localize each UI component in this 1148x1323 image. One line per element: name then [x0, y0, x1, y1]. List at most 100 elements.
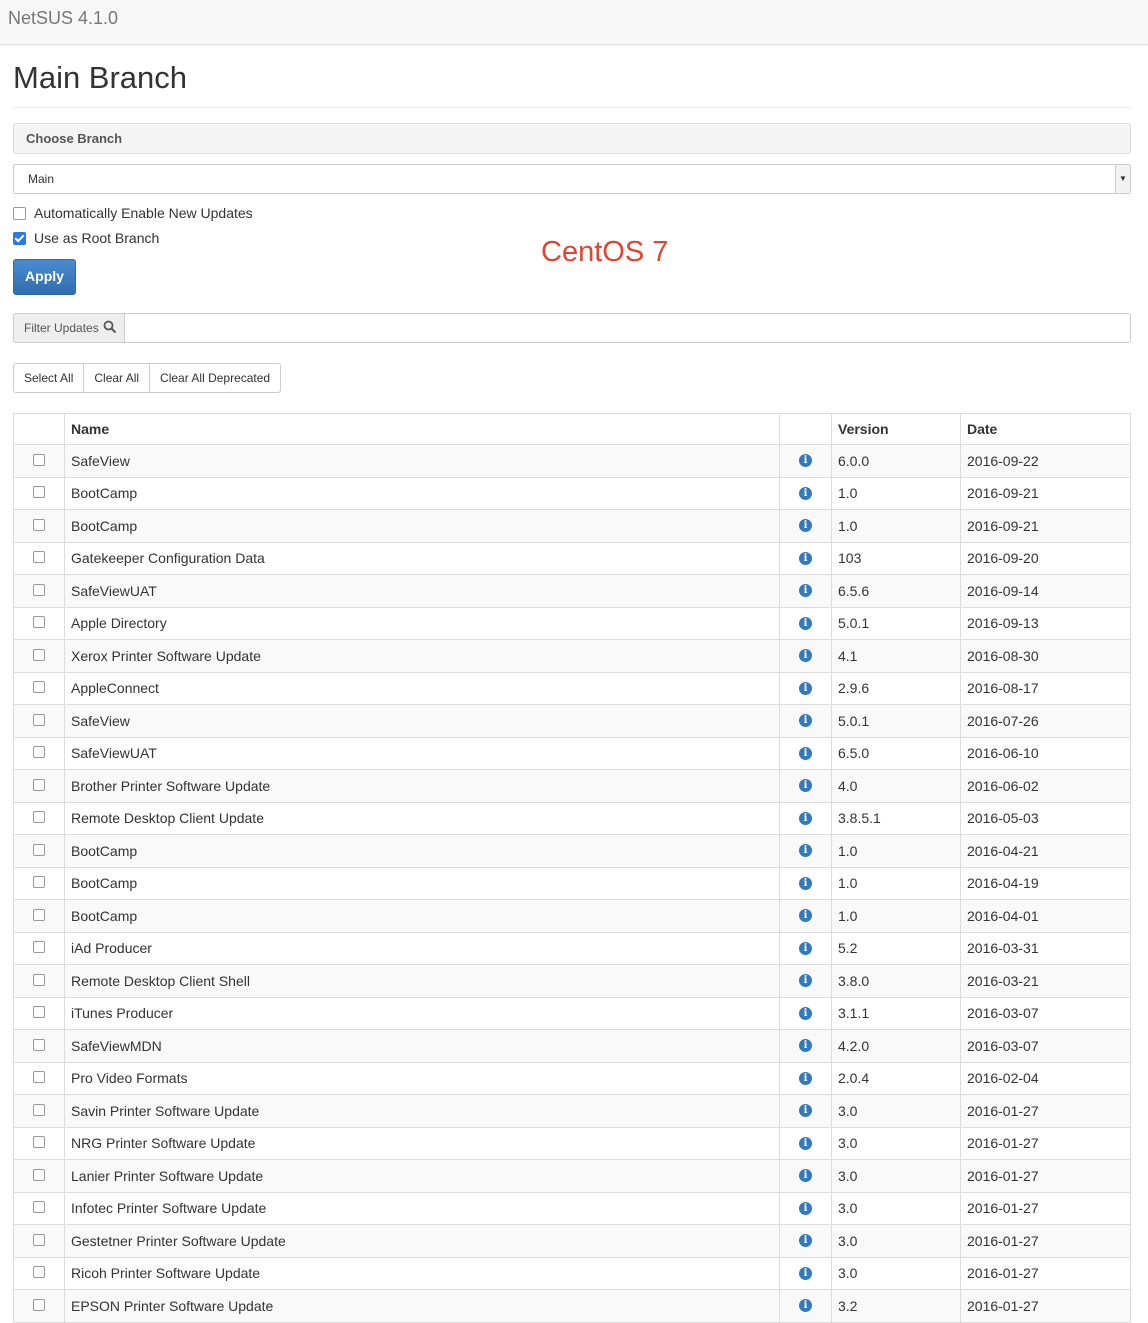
- root-branch-option[interactable]: Use as Root Branch: [13, 230, 159, 248]
- info-cell: i: [779, 606, 832, 640]
- row-checkbox[interactable]: [33, 551, 45, 564]
- row-checkbox[interactable]: [33, 1136, 45, 1149]
- updates-table: Name Version Date SafeView i 6.0.0 2016-09-…: [13, 413, 1131, 1323]
- divider: [13, 107, 1131, 108]
- header-info: [779, 413, 832, 445]
- info-circle-icon[interactable]: i: [799, 584, 812, 598]
- row-checkbox[interactable]: [33, 453, 45, 466]
- row-checkbox[interactable]: [33, 713, 45, 726]
- row-checkbox-cell: [13, 1029, 65, 1063]
- row-checkbox[interactable]: [33, 811, 45, 824]
- info-circle-icon[interactable]: i: [799, 1169, 812, 1183]
- row-checkbox[interactable]: [33, 941, 45, 954]
- row-checkbox[interactable]: [33, 583, 45, 596]
- branch-select-value: Main: [28, 172, 55, 186]
- row-checkbox-cell: [13, 769, 65, 803]
- row-checkbox[interactable]: [33, 616, 45, 629]
- row-checkbox[interactable]: [33, 681, 45, 694]
- info-circle-icon[interactable]: i: [799, 681, 812, 695]
- header-version[interactable]: Version: [831, 413, 961, 445]
- row-checkbox-cell: [13, 1159, 65, 1193]
- info-circle-icon[interactable]: i: [799, 746, 812, 760]
- caret-down-icon[interactable]: ▼: [1115, 165, 1130, 193]
- info-cell: i: [779, 671, 832, 705]
- row-checkbox[interactable]: [33, 1266, 45, 1279]
- row-checkbox[interactable]: [33, 746, 45, 759]
- info-circle-icon[interactable]: i: [799, 974, 812, 988]
- update-name: BootCamp: [64, 899, 780, 933]
- table-row: Pro Video Formats i 2.0.4 2016-02-04: [13, 1061, 1131, 1095]
- update-name: Gestetner Printer Software Update: [64, 1224, 780, 1258]
- info-circle-icon[interactable]: i: [799, 1104, 812, 1118]
- row-checkbox[interactable]: [33, 876, 45, 889]
- info-circle-icon[interactable]: i: [799, 1039, 812, 1053]
- row-checkbox[interactable]: [33, 1201, 45, 1214]
- row-checkbox-cell: [13, 574, 65, 608]
- info-circle-icon[interactable]: i: [799, 1006, 812, 1020]
- branch-panel-heading: Choose Branch: [13, 123, 1131, 154]
- row-checkbox[interactable]: [33, 648, 45, 661]
- row-checkbox[interactable]: [33, 1006, 45, 1019]
- header-date[interactable]: Date: [960, 413, 1131, 445]
- update-version: 1.0: [831, 476, 961, 510]
- info-circle-icon[interactable]: i: [799, 1201, 812, 1215]
- row-checkbox-cell: [13, 1256, 65, 1290]
- info-circle-icon[interactable]: i: [799, 616, 812, 630]
- info-circle-icon[interactable]: i: [799, 1234, 812, 1248]
- info-circle-icon[interactable]: i: [799, 909, 812, 923]
- update-version: 103: [831, 541, 961, 575]
- update-date: 2016-09-21: [960, 476, 1131, 510]
- info-circle-icon[interactable]: i: [799, 779, 812, 793]
- update-version: 2.9.6: [831, 671, 961, 705]
- clear-all-button[interactable]: Clear All: [83, 363, 151, 393]
- update-name: Infotec Printer Software Update: [64, 1191, 780, 1225]
- row-checkbox[interactable]: [33, 973, 45, 986]
- info-cell: i: [779, 1224, 832, 1258]
- info-circle-icon[interactable]: i: [799, 551, 812, 565]
- info-circle-icon[interactable]: i: [799, 876, 812, 890]
- row-checkbox[interactable]: [33, 843, 45, 856]
- row-checkbox[interactable]: [33, 486, 45, 499]
- update-version: 6.5.6: [831, 574, 961, 608]
- row-checkbox[interactable]: [33, 1103, 45, 1116]
- info-circle-icon[interactable]: i: [799, 519, 812, 533]
- row-checkbox[interactable]: [33, 1233, 45, 1246]
- info-circle-icon[interactable]: i: [799, 1071, 812, 1085]
- update-version: 5.0.1: [831, 704, 961, 738]
- table-row: Remote Desktop Client Update i 3.8.5.1 2016…: [13, 801, 1131, 835]
- apply-button[interactable]: Apply: [13, 259, 76, 295]
- row-checkbox-cell: [13, 606, 65, 640]
- brand[interactable]: NetSUS 4.1.0: [8, 8, 118, 29]
- auto-enable-checkbox[interactable]: [13, 206, 26, 220]
- info-circle-icon[interactable]: i: [799, 1136, 812, 1150]
- info-circle-icon[interactable]: i: [799, 454, 812, 468]
- row-checkbox-cell: [13, 1094, 65, 1128]
- info-circle-icon[interactable]: i: [799, 811, 812, 825]
- select-all-button[interactable]: Select All: [13, 363, 85, 393]
- info-circle-icon[interactable]: i: [799, 941, 812, 955]
- info-circle-icon[interactable]: i: [799, 844, 812, 858]
- auto-enable-option[interactable]: Automatically Enable New Updates: [13, 205, 253, 223]
- table-row: Brother Printer Software Update i 4.0 2016-…: [13, 769, 1131, 803]
- row-checkbox-cell: [13, 931, 65, 965]
- update-date: 2016-09-21: [960, 509, 1131, 543]
- info-circle-icon[interactable]: i: [799, 714, 812, 728]
- branch-select[interactable]: Main ▼: [13, 164, 1131, 194]
- info-circle-icon[interactable]: i: [799, 486, 812, 500]
- update-name: Pro Video Formats: [64, 1061, 780, 1095]
- clear-all-deprecated-button[interactable]: Clear All Deprecated: [149, 363, 282, 393]
- info-circle-icon[interactable]: i: [799, 1299, 812, 1313]
- row-checkbox[interactable]: [33, 1038, 45, 1051]
- info-cell: i: [779, 541, 832, 575]
- row-checkbox[interactable]: [33, 1168, 45, 1181]
- row-checkbox[interactable]: [33, 778, 45, 791]
- row-checkbox[interactable]: [33, 1071, 45, 1084]
- update-name: BootCamp: [64, 476, 780, 510]
- header-name[interactable]: Name: [64, 413, 780, 445]
- info-circle-icon[interactable]: i: [799, 1266, 812, 1280]
- root-branch-checkbox[interactable]: [13, 231, 26, 245]
- row-checkbox[interactable]: [33, 518, 45, 531]
- filter-updates-input[interactable]: [124, 313, 1131, 343]
- row-checkbox[interactable]: [33, 908, 45, 921]
- info-circle-icon[interactable]: i: [799, 649, 812, 663]
